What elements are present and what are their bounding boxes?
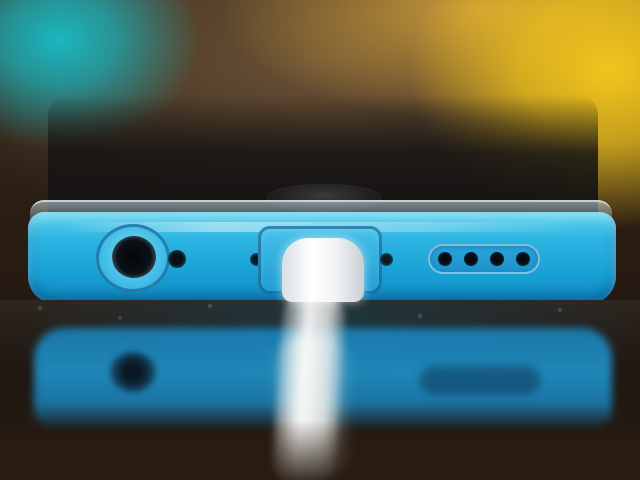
speaker-hole bbox=[438, 252, 452, 266]
speaker-hole bbox=[490, 252, 504, 266]
photo-scene bbox=[0, 0, 640, 480]
reflection-grille bbox=[420, 366, 540, 394]
microphone-hole bbox=[168, 250, 186, 268]
speaker-hole bbox=[516, 252, 530, 266]
speaker-hole bbox=[464, 252, 478, 266]
screw-right bbox=[380, 253, 393, 266]
bottom-fade bbox=[0, 420, 640, 480]
lightning-connector bbox=[282, 238, 364, 302]
speaker-grille bbox=[428, 244, 540, 274]
headphone-jack bbox=[112, 236, 156, 278]
reflection-jack bbox=[110, 352, 156, 392]
